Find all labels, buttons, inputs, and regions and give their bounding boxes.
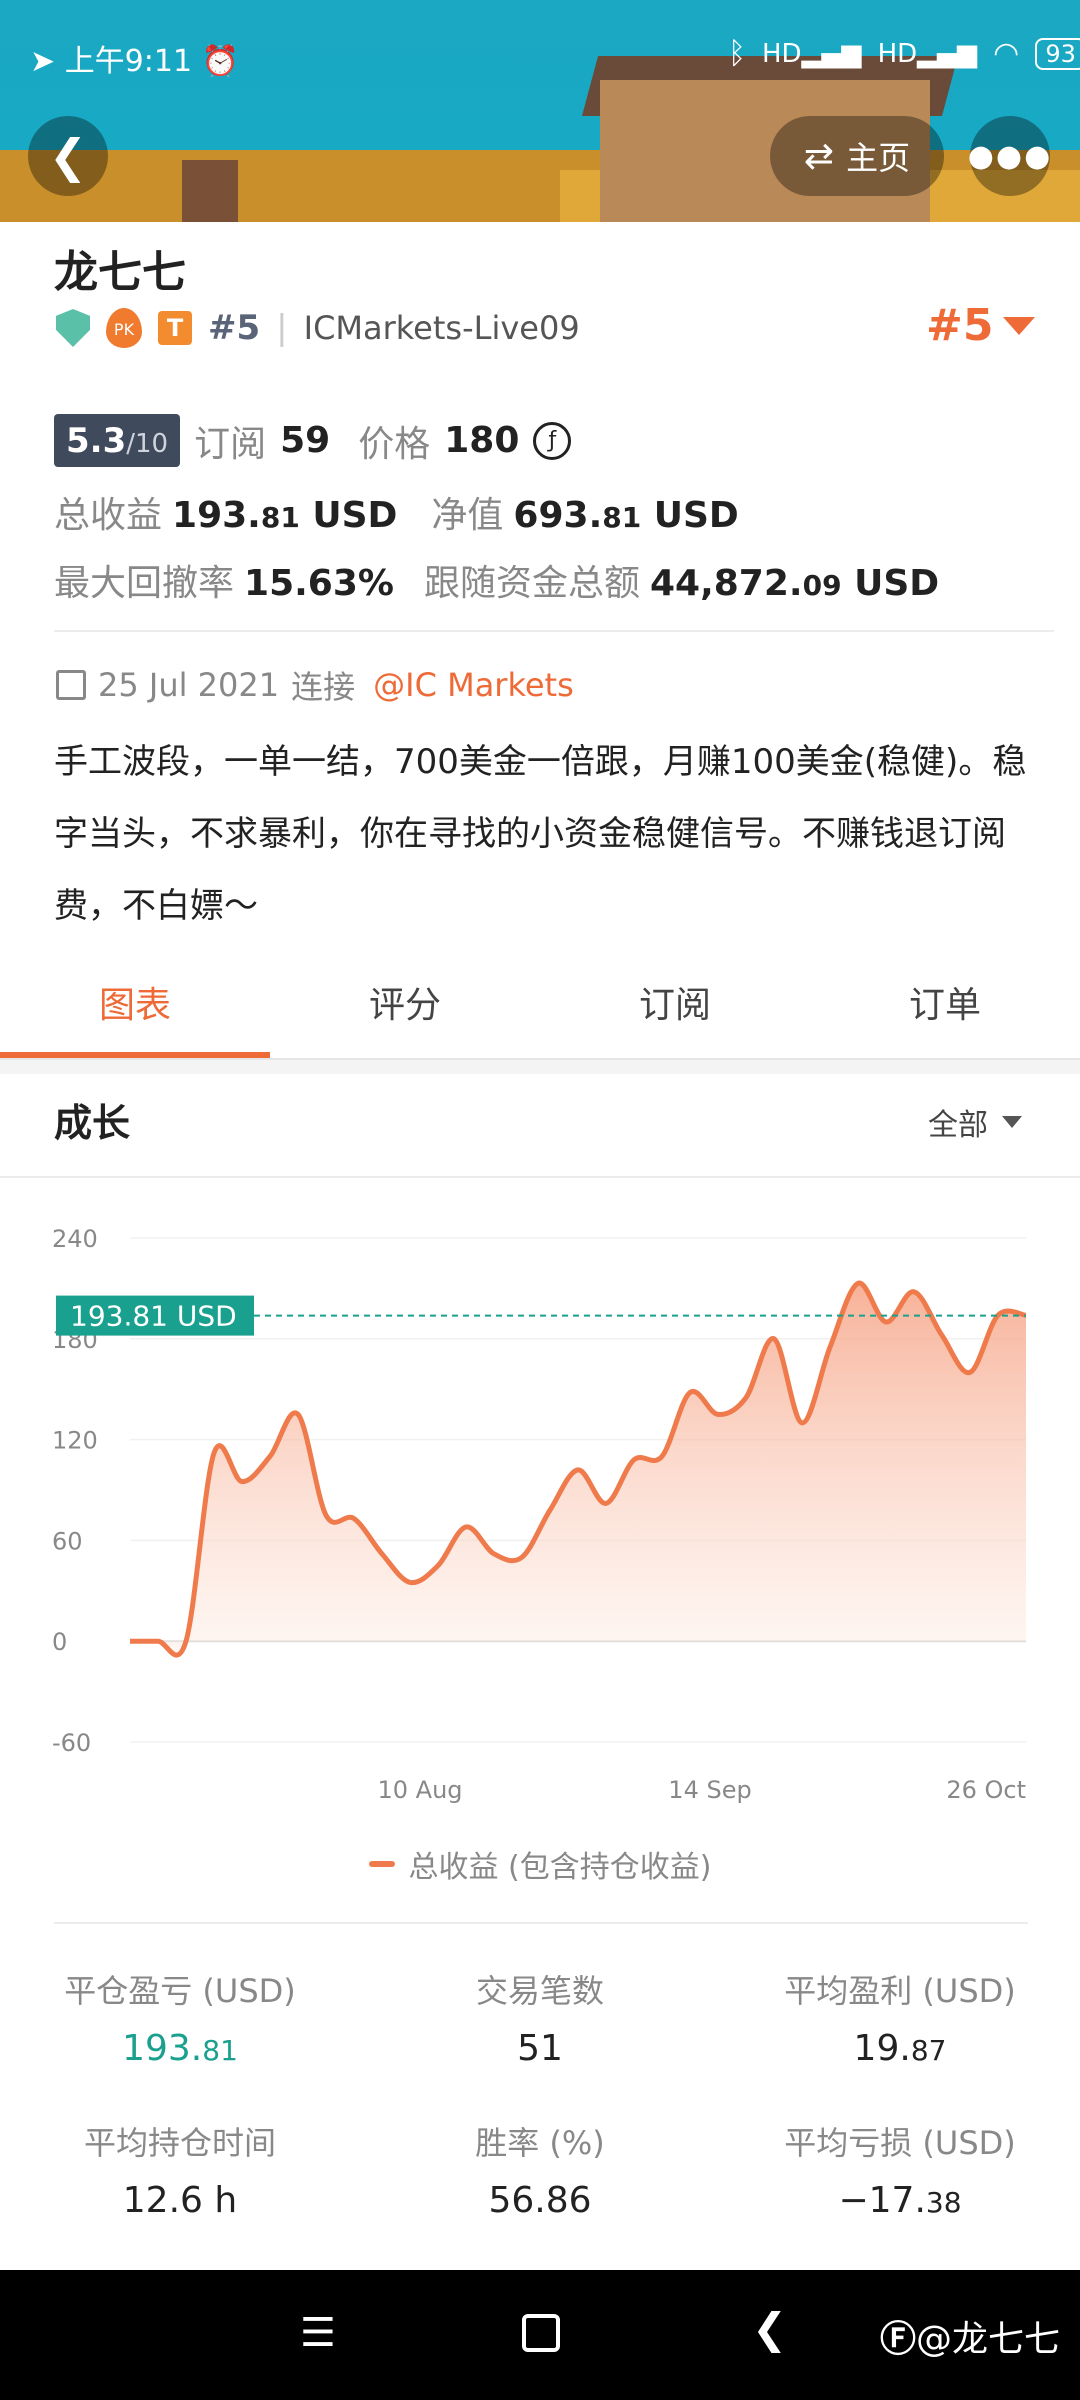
section-title: 成长 [54,1101,131,1145]
broker-link[interactable]: @IC Markets [373,666,574,704]
profit-row: 总收益 193.81 USD 净值 693.81 USD [54,486,739,538]
stat-value-avg-hold: 12.6 h [122,2180,238,2221]
equity-value: 693.81 USD [513,495,739,536]
stat-label-avg-loss: 平均亏损 (USD) [784,2124,1016,2162]
description: 手工波段，一单一结，700美金一倍跟，月赚100美金(稳健)。稳字当头，不求暴利… [54,742,1027,926]
more-icon: ●●● [967,138,1053,174]
home-label: 主页 [846,139,911,177]
stat-label-trades: 交易笔数 [475,1972,604,2010]
stat-value-closed-pnl: 193.81 [122,2028,238,2069]
platform-logo-icon: Ⓕ [880,2319,917,2360]
separator: | [276,308,288,348]
tab-bar: 图表 评分 订阅 订单 [0,974,1080,1058]
score-value: 5.3 [66,421,127,461]
price-label: 价格 [358,423,431,465]
pk-flame-icon[interactable]: PK [106,308,142,348]
status-bar-right: ᛒ HD▂▄▆ HD▂▄▆ ◠ 93 [728,36,1080,71]
status-time: 上午9:11 [64,44,193,79]
location-icon: ➤ [30,44,56,79]
signal-icon-2: HD▂▄▆ [877,38,978,69]
score-max: /10 [126,429,169,459]
x-tick-label: 10 Aug [377,1776,462,1804]
filter-dropdown[interactable]: 全部 [928,1100,1022,1144]
bluetooth-icon: ᛒ [728,36,746,71]
score-row: 5.3/10 订阅 59 价格 180 ƒ [54,414,572,467]
coin-icon: ƒ [533,421,572,460]
stats-divider [54,1922,1028,1924]
total-profit-value: 193.81 USD [172,495,398,536]
stat-label-avg-profit: 平均盈利 (USD) [784,1972,1016,2010]
switch-icon: ⇄ [803,135,835,177]
menu-icon[interactable]: ☰ [300,2310,336,2356]
x-tick-label: 26 Oct [946,1776,1026,1804]
server-name: ICMarkets-Live09 [303,309,580,347]
profile-meta-row: PK T #5 | ICMarkets-Live09 [56,308,580,348]
y-tick-label: 0 [52,1628,67,1656]
subscribe-count: 59 [280,420,331,461]
y-tick-label: 240 [52,1225,98,1253]
drawdown-value: 15.63% [244,563,394,604]
connect-label: 连接 [291,668,356,706]
system-nav-bar: ☰ ❮ Ⓕ@龙七七 [0,2270,1080,2400]
back-nav-icon[interactable]: ❮ [752,2304,787,2353]
trader-name: 龙七七 [54,247,186,298]
legend-label: 总收益 (包含持仓收益) [408,1850,712,1885]
t-badge-icon: T [158,311,192,345]
legend-swatch [368,1861,395,1867]
verified-shield-icon [56,309,90,347]
y-tick-label: 120 [52,1427,98,1455]
battery-indicator: 93 [1035,37,1080,70]
rank-right-label: #5 [926,300,994,351]
drawdown-label: 最大回撤率 [54,563,235,604]
rank-dropdown[interactable]: #5 [926,300,1036,351]
filter-label: 全部 [928,1108,988,1143]
stat-label-win-rate: 胜率 (%) [475,2124,605,2162]
rank-label: #5 [208,308,261,348]
stat-label-avg-hold: 平均持仓时间 [83,2124,276,2162]
stat-label-closed-pnl: 平仓盈亏 (USD) [64,1972,296,2010]
connect-row: 25 Jul 2021 连接 @IC Markets [56,662,574,708]
subscribe-label: 订阅 [194,423,267,465]
y-tick-label: 60 [52,1527,83,1555]
status-bar-left: ➤ 上午9:11 ⏰ [30,36,239,80]
y-tick-label: -60 [52,1729,91,1757]
home-nav-icon[interactable] [522,2314,560,2352]
back-button[interactable]: ❮ [28,116,108,196]
chart-legend: 总收益 (包含持仓收益) [0,1842,1080,1886]
stat-value-trades: 51 [517,2028,563,2069]
section-gap [0,1060,1080,1074]
equity-label: 净值 [431,495,504,536]
stat-value-avg-loss: −17.38 [838,2180,962,2221]
tab-subscribe[interactable]: 订阅 [540,974,810,1058]
filter-dropdown-icon [1002,1116,1022,1128]
follow-value: 44,872.09 USD [649,563,940,604]
price-value: 180 [444,420,520,461]
more-button[interactable]: ●●● [967,116,1053,196]
x-tick-label: 14 Sep [668,1776,751,1804]
calendar-icon [56,670,86,700]
rank-dropdown-icon [1003,316,1036,335]
section-divider [0,1176,1080,1178]
signal-icon: HD▂▄▆ [762,38,862,69]
tab-chart[interactable]: 图表 [0,974,270,1058]
follow-label: 跟随资金总额 [423,563,640,604]
tab-orders[interactable]: 订单 [810,974,1080,1058]
divider [54,630,1054,632]
connect-date: 25 Jul 2021 [98,666,280,704]
drawdown-row: 最大回撤率 15.63% 跟随资金总额 44,872.09 USD [54,554,939,606]
watermark: Ⓕ@龙七七 [880,2319,1061,2360]
stat-value-win-rate: 56.86 [488,2180,592,2221]
total-profit-label: 总收益 [54,495,163,536]
tab-rating[interactable]: 评分 [270,974,540,1058]
stat-value-avg-profit: 19.87 [853,2028,947,2069]
home-button[interactable]: ⇄ 主页 [770,116,944,196]
growth-chart: 240180120600-60 10 Aug 14 Sep 26 Oct 193.8… [52,1225,1027,1804]
wifi-icon: ◠ [993,36,1020,71]
alarm-icon: ⏰ [201,44,239,79]
current-value-label: 193.81 USD [70,1300,237,1333]
score-badge: 5.3/10 [54,414,181,467]
back-arrow-icon: ❮ [48,129,88,183]
